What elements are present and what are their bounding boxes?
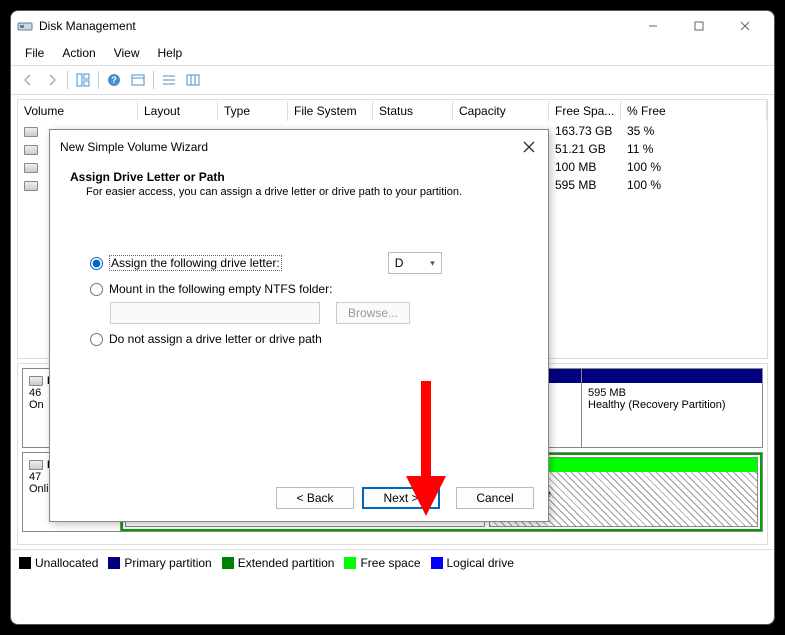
mount-folder-label: Mount in the following empty NTFS folder… (109, 282, 332, 296)
col-type[interactable]: Type (218, 101, 288, 121)
wizard-heading: Assign Drive Letter or Path (70, 170, 528, 184)
wizard-subtitle: For easier access, you can assign a driv… (70, 186, 528, 198)
drive-icon (24, 181, 38, 191)
menu-action[interactable]: Action (54, 43, 103, 63)
menu-view[interactable]: View (106, 43, 148, 63)
drive-letter-select[interactable]: D ▾ (388, 252, 442, 274)
no-assign-label: Do not assign a drive letter or drive pa… (109, 332, 322, 346)
refresh-icon[interactable] (127, 69, 149, 91)
col-fs[interactable]: File System (288, 101, 373, 121)
back-icon[interactable] (17, 69, 39, 91)
col-layout[interactable]: Layout (138, 101, 218, 121)
assign-letter-label: Assign the following drive letter: (109, 255, 282, 271)
next-button[interactable]: Next > (362, 487, 440, 509)
dialog-close-button[interactable] (520, 138, 538, 156)
wizard-dialog: New Simple Volume Wizard Assign Drive Le… (49, 129, 549, 522)
col-status[interactable]: Status (373, 101, 453, 121)
col-free[interactable]: Free Spa... (549, 101, 621, 121)
cancel-button[interactable]: Cancel (456, 487, 534, 509)
help-icon[interactable]: ? (103, 69, 125, 91)
svg-text:?: ? (111, 75, 117, 85)
drive-icon (24, 163, 38, 173)
window-title: Disk Management (39, 19, 136, 33)
back-button[interactable]: < Back (276, 487, 354, 509)
folder-path-input (110, 302, 320, 324)
list-icon[interactable] (158, 69, 180, 91)
browse-button: Browse... (336, 302, 410, 324)
no-assign-radio[interactable] (90, 333, 103, 346)
titlebar: Disk Management (11, 11, 774, 41)
col-pct[interactable]: % Free (621, 101, 767, 121)
col-volume[interactable]: Volume (18, 101, 138, 121)
toolbar: ? (11, 65, 774, 95)
col-capacity[interactable]: Capacity (453, 101, 549, 121)
legend: Unallocated Primary partition Extended p… (11, 549, 774, 576)
details-icon[interactable] (182, 69, 204, 91)
mount-folder-radio[interactable] (90, 283, 103, 296)
menu-file[interactable]: File (17, 43, 52, 63)
forward-icon[interactable] (41, 69, 63, 91)
minimize-button[interactable] (630, 11, 676, 41)
assign-letter-radio[interactable] (90, 257, 103, 270)
drive-icon (24, 145, 38, 155)
partition-recovery[interactable]: 595 MB Healthy (Recovery Partition) (581, 369, 762, 447)
chevron-down-icon: ▾ (430, 258, 435, 269)
layout-icon[interactable] (72, 69, 94, 91)
close-button[interactable] (722, 11, 768, 41)
maximize-button[interactable] (676, 11, 722, 41)
dialog-title: New Simple Volume Wizard (60, 140, 208, 154)
app-icon (17, 18, 33, 34)
drive-icon (24, 127, 38, 137)
menu-help[interactable]: Help (150, 43, 191, 63)
menubar: File Action View Help (11, 41, 774, 65)
